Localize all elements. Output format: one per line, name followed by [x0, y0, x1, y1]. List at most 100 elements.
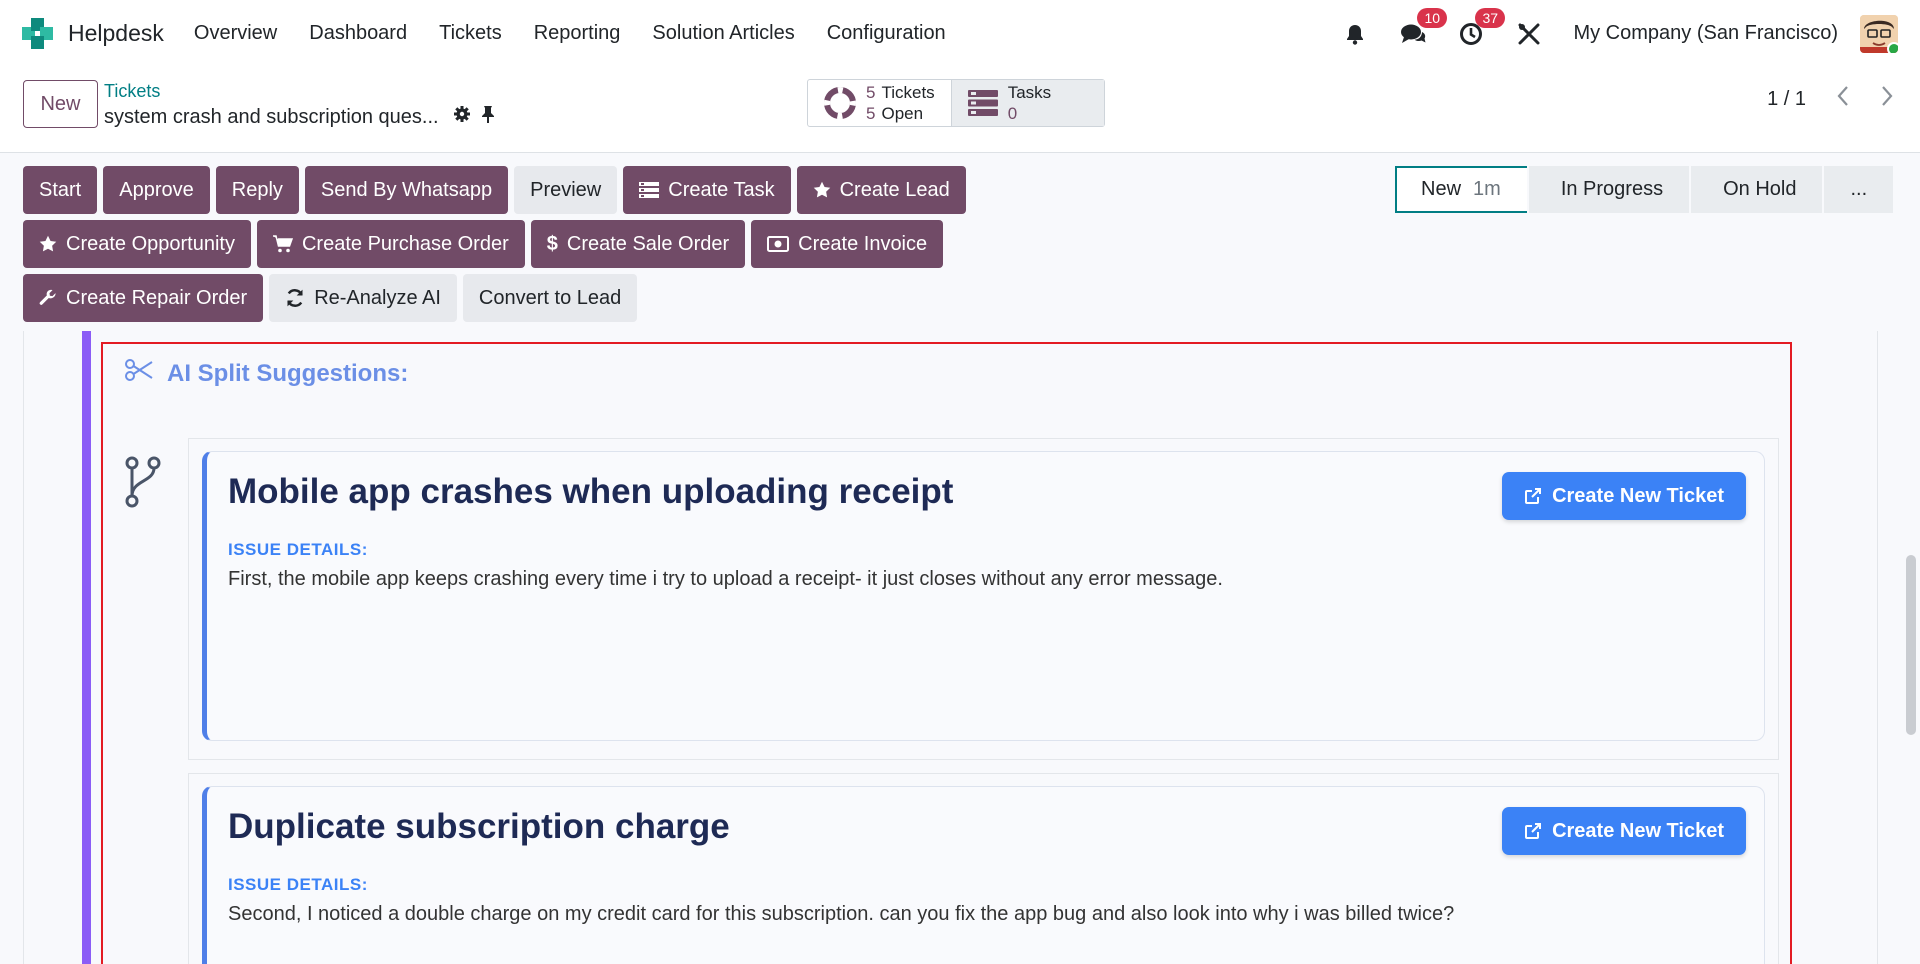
pin-icon[interactable]	[481, 105, 495, 129]
tasks-count: 0	[1007, 104, 1018, 123]
company-switcher[interactable]: My Company (San Francisco)	[1573, 22, 1838, 45]
create-purchase-order-label: Create Purchase Order	[301, 232, 509, 255]
external-link-icon	[1524, 487, 1542, 505]
menu-configuration[interactable]: Configuration	[827, 22, 946, 45]
create-repair-order-label: Create Repair Order	[66, 286, 248, 309]
suggestion-container: Mobile app crashes when uploading receip…	[188, 438, 1779, 760]
action-row-2: Create Opportunity Create Purchase Order…	[23, 220, 949, 268]
suggestion-title: Duplicate subscription charge	[228, 807, 730, 846]
smart-buttons: 5 Tickets 5 Open Tasks 0	[807, 79, 1105, 127]
star-icon	[39, 235, 57, 253]
tickets-count: 5	[866, 83, 876, 102]
user-avatar[interactable]	[1860, 14, 1898, 53]
stage-more-button[interactable]: ...	[1824, 166, 1894, 213]
pager-value[interactable]: 1 / 1	[1767, 88, 1806, 111]
messages-icon[interactable]: 10	[1399, 7, 1448, 48]
ai-accent-bar	[82, 331, 91, 964]
tasks-list-icon	[967, 90, 998, 116]
stage-in-progress[interactable]: In Progress	[1528, 166, 1690, 213]
stage-new[interactable]: New 1m	[1395, 166, 1527, 213]
reply-button[interactable]: Reply	[215, 166, 299, 214]
preview-button[interactable]: Preview	[514, 166, 618, 214]
create-sale-order-label: Create Sale Order	[566, 232, 730, 255]
menu-overview[interactable]: Overview	[194, 22, 277, 45]
suggestion-title: Mobile app crashes when uploading receip…	[228, 472, 954, 511]
tickets-stat-label: Tickets	[881, 83, 935, 102]
issue-details-text: First, the mobile app keeps crashing eve…	[228, 568, 1223, 590]
menu-dashboard[interactable]: Dashboard	[309, 22, 407, 45]
shopping-cart-icon	[272, 235, 293, 253]
control-panel: New Tickets system crash and subscriptio…	[0, 67, 1920, 153]
scissors-icon	[125, 358, 153, 389]
open-stat-label: Open	[881, 104, 924, 123]
status-bar: New 1m In Progress On Hold ...	[1395, 166, 1895, 213]
create-invoice-button[interactable]: Create Invoice	[751, 220, 944, 268]
tasks-stat-label: Tasks	[1007, 83, 1052, 102]
create-new-ticket-label: Create New Ticket	[1552, 819, 1724, 842]
create-opportunity-label: Create Opportunity	[66, 232, 235, 255]
issue-details-text: Second, I noticed a double charge on my …	[228, 903, 1455, 925]
tasks-icon	[639, 182, 660, 198]
record-pager: 1 / 1	[1767, 85, 1894, 113]
app-name[interactable]: Helpdesk	[68, 20, 164, 47]
menu-tickets[interactable]: Tickets	[439, 22, 502, 45]
refresh-icon	[285, 288, 305, 308]
helpdesk-logo-icon[interactable]	[22, 17, 54, 50]
tickets-smart-button[interactable]: 5 Tickets 5 Open	[808, 80, 951, 126]
re-analyze-ai-button[interactable]: Re-Analyze AI	[269, 274, 457, 322]
stage-on-hold[interactable]: On Hold	[1691, 166, 1823, 213]
activities-badge: 37	[1475, 7, 1506, 28]
messages-badge: 10	[1417, 7, 1448, 28]
send-by-whatsapp-button[interactable]: Send By Whatsapp	[304, 166, 509, 214]
record-title: system crash and subscription ques...	[104, 105, 495, 129]
menu-reporting[interactable]: Reporting	[534, 22, 621, 45]
branch-icon	[124, 456, 162, 513]
lifebuoy-icon	[824, 87, 856, 119]
stage-duration: 1m	[1473, 178, 1501, 200]
start-button[interactable]: Start	[23, 166, 98, 214]
debug-tools-icon[interactable]	[1515, 20, 1543, 48]
new-record-button[interactable]: New	[23, 80, 98, 128]
external-link-icon	[1524, 822, 1542, 840]
chevron-right-icon[interactable]	[1880, 85, 1894, 113]
bell-icon[interactable]	[1341, 20, 1369, 48]
money-bill-icon	[767, 236, 790, 252]
action-row-1: Start Approve Reply Send By Whatsapp Pre…	[23, 166, 972, 214]
suggestion-card: Duplicate subscription charge ISSUE DETA…	[202, 786, 1765, 964]
action-row-3: Create Repair Order Re-Analyze AI Conver…	[23, 274, 643, 322]
star-icon	[813, 181, 831, 199]
ai-split-heading: AI Split Suggestions:	[125, 358, 408, 389]
create-repair-order-button[interactable]: Create Repair Order	[23, 274, 264, 322]
create-task-button[interactable]: Create Task	[623, 166, 791, 214]
create-opportunity-button[interactable]: Create Opportunity	[23, 220, 251, 268]
create-new-ticket-button[interactable]: Create New Ticket	[1502, 807, 1746, 855]
convert-to-lead-button[interactable]: Convert to Lead	[462, 274, 638, 322]
create-lead-label: Create Lead	[839, 178, 950, 201]
page-scrollbar[interactable]	[1906, 555, 1916, 735]
create-purchase-order-button[interactable]: Create Purchase Order	[256, 220, 525, 268]
online-status-dot	[1887, 41, 1898, 53]
issue-details-label: ISSUE DETAILS:	[228, 540, 368, 559]
record-title-text: system crash and subscription ques...	[104, 105, 439, 128]
ai-split-heading-text: AI Split Suggestions:	[167, 359, 409, 387]
breadcrumb-tickets[interactable]: Tickets	[104, 81, 160, 102]
gear-icon[interactable]	[453, 105, 471, 129]
create-new-ticket-button[interactable]: Create New Ticket	[1502, 472, 1746, 520]
open-count: 5	[866, 104, 876, 123]
tasks-smart-button[interactable]: Tasks 0	[950, 80, 1104, 126]
create-lead-button[interactable]: Create Lead	[796, 166, 966, 214]
create-sale-order-button[interactable]: $ Create Sale Order	[530, 220, 746, 268]
suggestion-container: Duplicate subscription charge ISSUE DETA…	[188, 773, 1779, 964]
stage-new-label: New	[1421, 178, 1462, 200]
activities-clock-icon[interactable]: 37	[1457, 7, 1506, 48]
create-invoice-label: Create Invoice	[798, 232, 928, 255]
wrench-icon	[39, 289, 57, 307]
create-new-ticket-label: Create New Ticket	[1552, 484, 1724, 507]
top-navbar: Helpdesk Overview Dashboard Tickets Repo…	[0, 0, 1920, 67]
issue-details-label: ISSUE DETAILS:	[228, 875, 368, 894]
chevron-left-icon[interactable]	[1836, 85, 1850, 113]
re-analyze-ai-label: Re-Analyze AI	[314, 286, 441, 309]
dollar-icon: $	[546, 232, 558, 255]
menu-solution-articles[interactable]: Solution Articles	[652, 22, 794, 45]
approve-button[interactable]: Approve	[103, 166, 210, 214]
